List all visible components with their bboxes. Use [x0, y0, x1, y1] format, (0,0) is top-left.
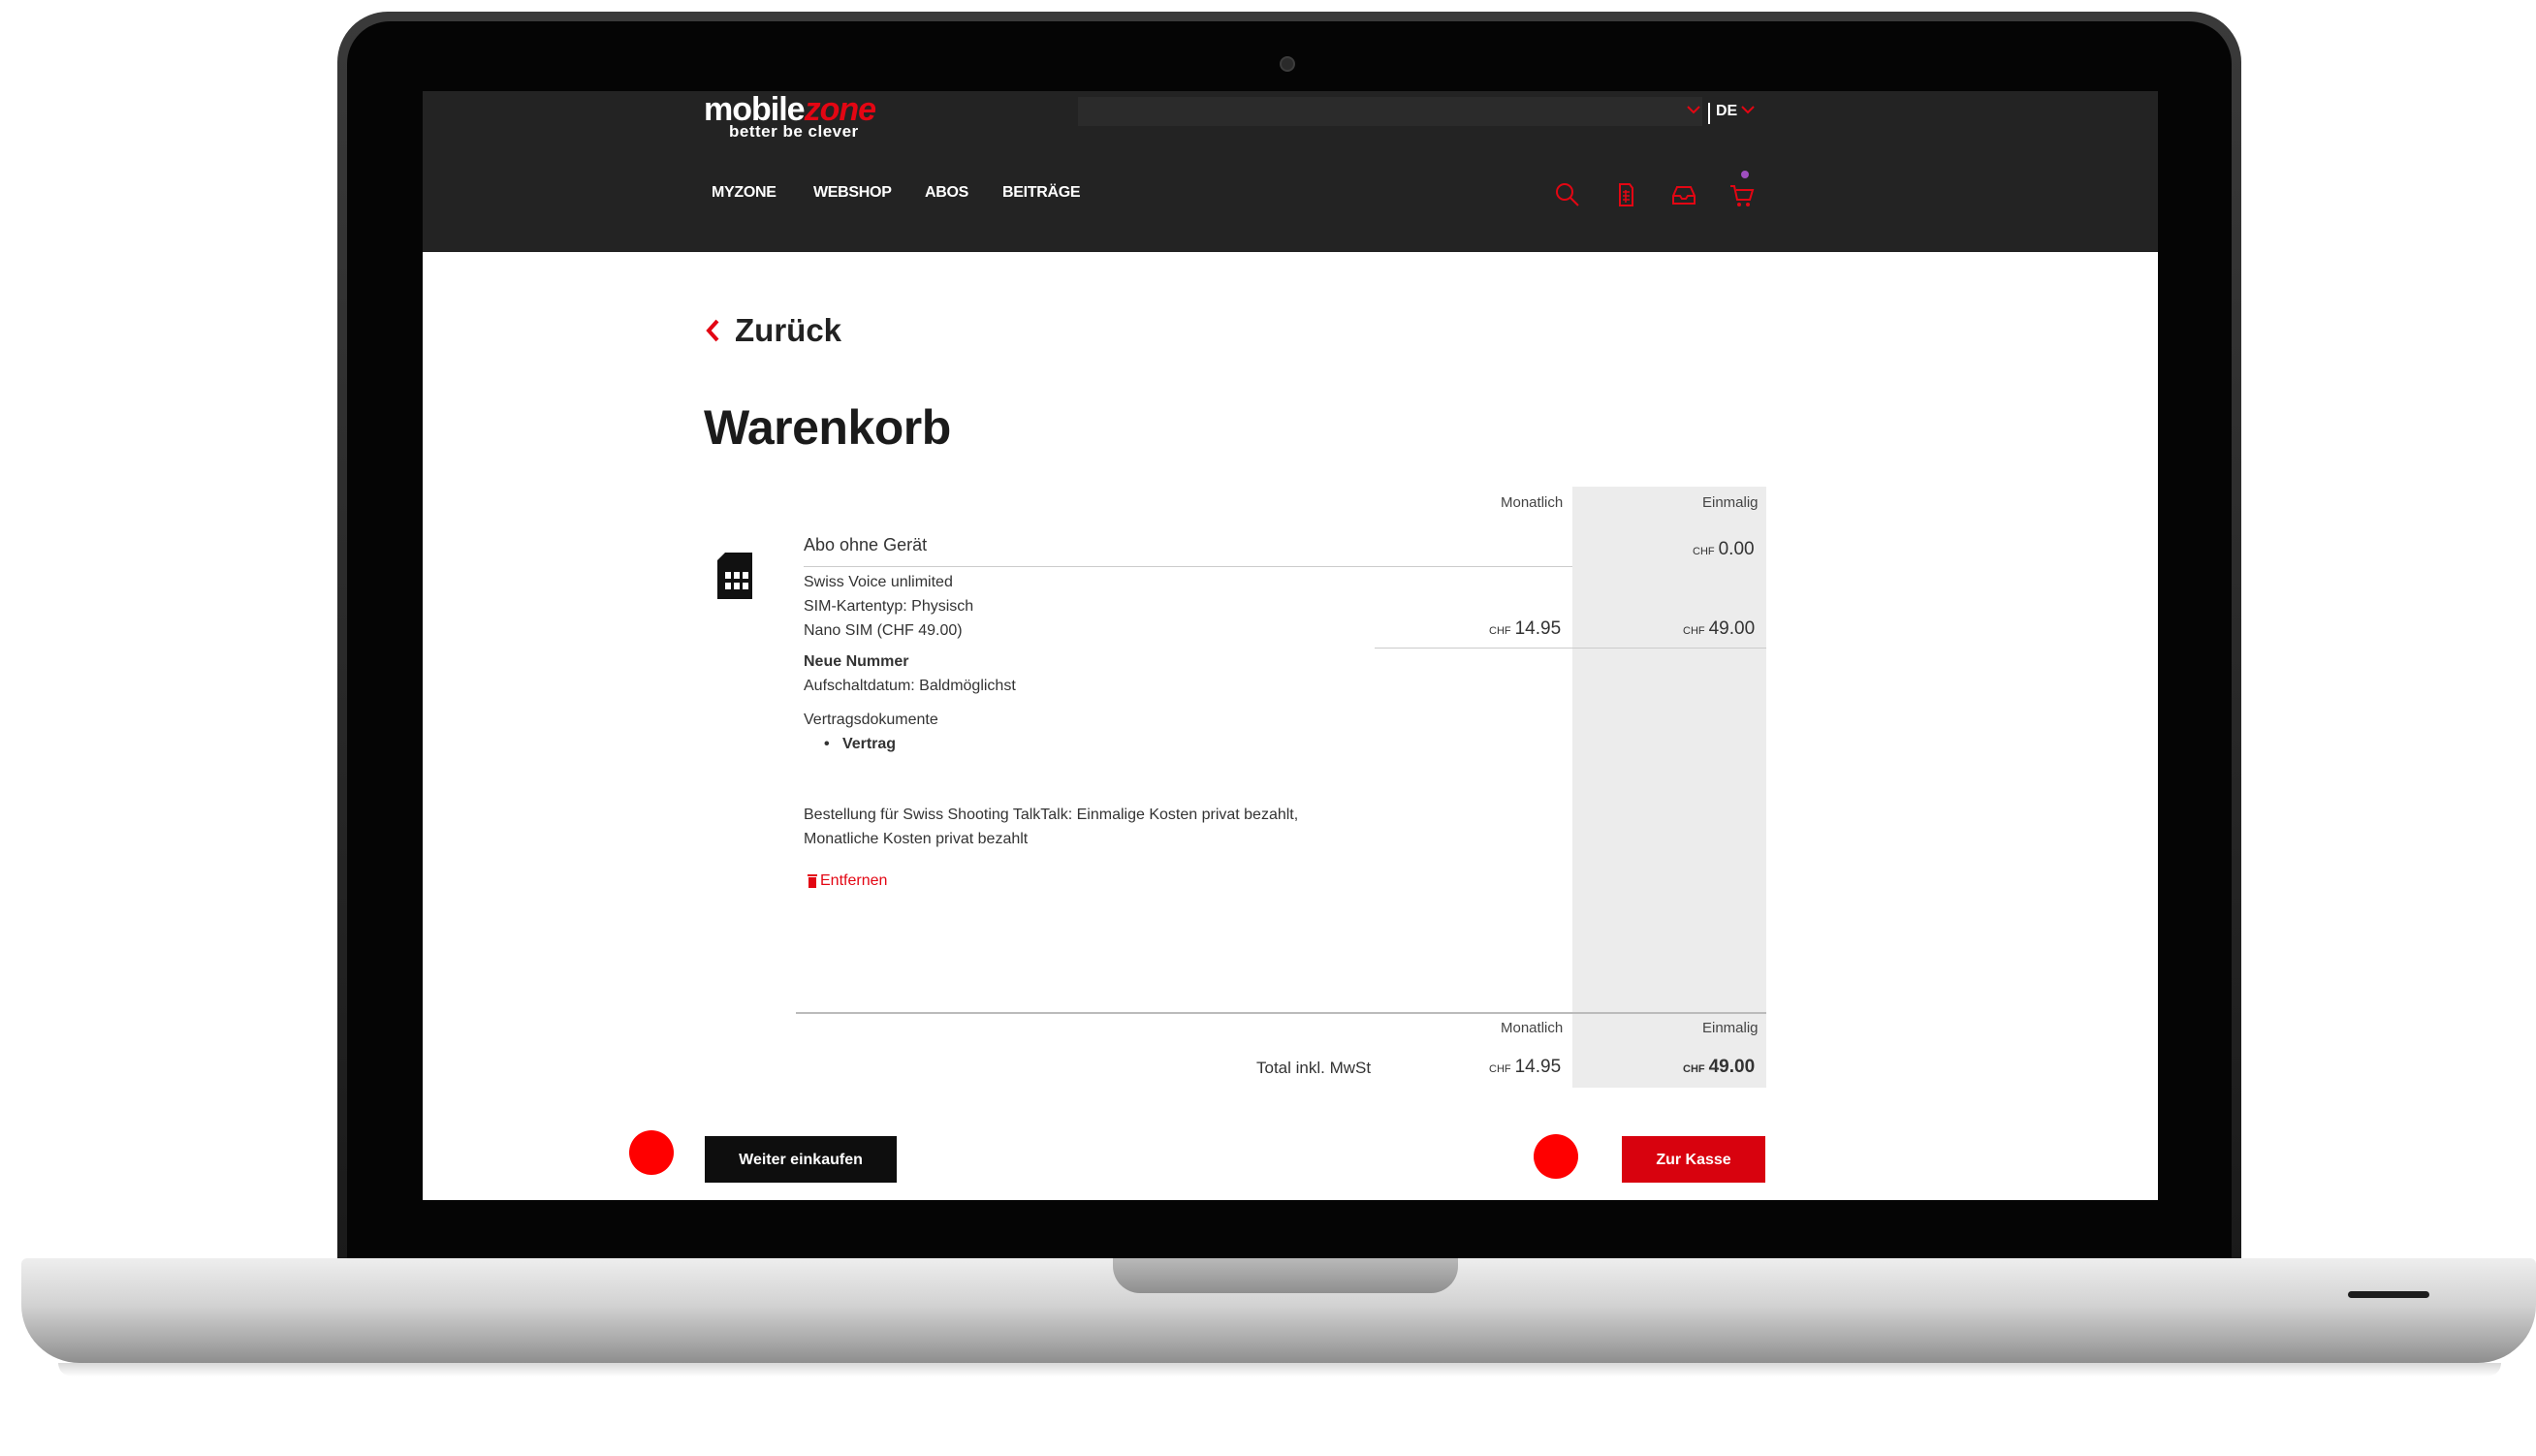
price-value: 49.00 — [1708, 1057, 1756, 1077]
total-once: CHF 49.00 — [1683, 1057, 1755, 1078]
language-select[interactable]: DE — [1716, 103, 1737, 120]
back-label: Zurück — [735, 312, 842, 348]
cart-badge — [1741, 171, 1749, 178]
nav-webshop[interactable]: WEBSHOP — [813, 184, 892, 202]
detail-monthly-price: CHF 14.95 — [1489, 618, 1561, 640]
col-header-once: Einmalig — [1702, 1020, 1759, 1036]
sim-card-icon — [717, 553, 752, 599]
webcam — [1280, 56, 1295, 72]
item-once-price: CHF 0.00 — [1693, 539, 1755, 560]
price-value: 14.95 — [1514, 618, 1562, 639]
highlight-marker — [629, 1130, 674, 1175]
number-heading: Neue Nummer — [804, 653, 909, 670]
price-value: 14.95 — [1514, 1057, 1562, 1077]
price-value: 49.00 — [1708, 618, 1756, 639]
col-header-once: Einmalig — [1702, 494, 1759, 511]
price-value: 0.00 — [1718, 539, 1755, 559]
chevron-down-icon[interactable] — [1737, 99, 1759, 120]
site-header: mobilezone better be clever DE MYZONE WE… — [423, 91, 2158, 252]
cart-icon[interactable] — [1728, 180, 1757, 209]
divider — [804, 566, 1572, 567]
currency-label: CHF — [1489, 1063, 1511, 1075]
search-icon[interactable] — [1553, 180, 1582, 209]
logo-tagline: better be clever — [729, 122, 859, 141]
order-note: Bestellung für Swiss Shooting TalkTalk: … — [804, 807, 1299, 823]
divider — [1375, 648, 1766, 649]
top-search-field[interactable] — [1078, 97, 1702, 126]
checkout-button[interactable]: Zur Kasse — [1622, 1136, 1765, 1183]
laptop-notch — [1113, 1258, 1458, 1293]
nav-abos[interactable]: ABOS — [925, 184, 968, 202]
docs-heading: Vertragsdokumente — [804, 712, 938, 728]
total-monthly: CHF 14.95 — [1489, 1057, 1561, 1078]
detail-line: Swiss Voice unlimited — [804, 574, 953, 590]
remove-button[interactable]: Entfernen — [808, 872, 887, 890]
nav-beitraege[interactable]: BEITRÄGE — [1002, 184, 1081, 202]
activation-date: Aufschaltdatum: Baldmöglichst — [804, 678, 1016, 694]
chevron-down-icon[interactable] — [1683, 99, 1704, 120]
remove-label: Entfernen — [820, 872, 888, 889]
currency-label: CHF — [1683, 1063, 1705, 1075]
laptop-slot — [2348, 1291, 2429, 1298]
currency-label: CHF — [1489, 625, 1511, 637]
continue-shopping-button[interactable]: Weiter einkaufen — [705, 1136, 897, 1183]
page-title: Warenkorb — [704, 400, 951, 455]
cart-item-title: Abo ohne Gerät — [804, 535, 928, 554]
inbox-icon[interactable] — [1669, 180, 1698, 209]
detail-line: SIM-Kartentyp: Physisch — [804, 598, 974, 615]
nav-myzone[interactable]: MYZONE — [712, 184, 777, 202]
total-label: Total inkl. MwSt — [1256, 1059, 1372, 1077]
doc-item[interactable]: • Vertrag — [824, 736, 896, 753]
back-link[interactable]: Zurück — [704, 312, 841, 349]
trash-icon — [808, 874, 817, 888]
currency-label: CHF — [1693, 546, 1715, 557]
col-header-monthly: Monatlich — [1501, 1020, 1564, 1036]
doc-link[interactable]: Vertrag — [842, 736, 896, 752]
detail-once-price: CHF 49.00 — [1683, 618, 1755, 640]
total-divider — [796, 1012, 1766, 1014]
browser-screen: mobilezone better be clever DE MYZONE WE… — [423, 91, 2158, 1200]
highlight-marker — [1534, 1134, 1578, 1179]
sim-card-icon[interactable] — [1611, 180, 1640, 209]
laptop-shadow — [58, 1363, 2501, 1377]
chevron-left-icon — [706, 319, 719, 342]
order-note: Monatliche Kosten privat bezahlt — [804, 831, 1029, 847]
language-separator — [1708, 103, 1710, 124]
currency-label: CHF — [1683, 625, 1705, 637]
detail-line: Nano SIM (CHF 49.00) — [804, 622, 963, 639]
price-column-once — [1572, 487, 1766, 1088]
col-header-monthly: Monatlich — [1501, 494, 1564, 511]
